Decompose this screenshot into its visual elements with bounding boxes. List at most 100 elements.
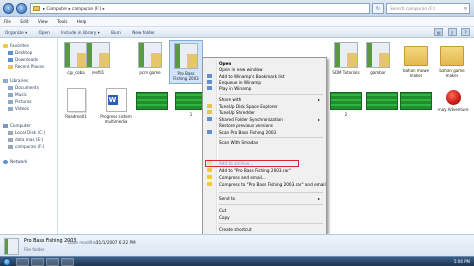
nav-pictures-label: Pictures bbox=[15, 99, 32, 104]
menu-item-winamp-bookmark[interactable]: Add to Winamp's Bookmark list bbox=[207, 74, 324, 79]
nav-drive-c[interactable]: Local Disk (C:) bbox=[8, 129, 45, 136]
taskbar-app-icon[interactable] bbox=[16, 258, 29, 266]
taskbar-app-icon[interactable] bbox=[46, 258, 59, 266]
back-arrow-icon: ‹ bbox=[7, 5, 10, 12]
new-folder-button[interactable]: New folder bbox=[127, 27, 160, 38]
search-input[interactable]: Search campuran (F:) ⚲ bbox=[386, 3, 470, 14]
menu-edit[interactable]: Edit bbox=[16, 17, 32, 27]
nav-favorites[interactable]: Favorites bbox=[3, 42, 29, 49]
menu-separator bbox=[219, 94, 323, 95]
menu-view[interactable]: View bbox=[34, 17, 52, 27]
sync-icon bbox=[207, 117, 212, 121]
taskbar-app-icon[interactable] bbox=[31, 258, 44, 266]
nav-pictures[interactable]: Pictures bbox=[8, 98, 32, 105]
menu-file[interactable]: File bbox=[0, 17, 15, 27]
file-item[interactable] bbox=[135, 88, 169, 112]
menu-item-compress-rar-email[interactable]: Compress to "Pro Bass Fishing 2003.rar" … bbox=[207, 182, 326, 187]
winrar-icon bbox=[207, 182, 212, 186]
file-item[interactable]: Progress sistem multimedia bbox=[99, 88, 133, 124]
menu-item-restore-previous[interactable]: Restore previous versions bbox=[219, 123, 324, 128]
nav-desktop[interactable]: Desktop bbox=[8, 49, 32, 56]
file-item[interactable]: pcm game bbox=[133, 42, 167, 75]
back-button[interactable]: ‹ bbox=[3, 3, 14, 14]
menu-item-scan-smadav[interactable]: Scan With Smadav bbox=[219, 140, 324, 145]
winrar-icon bbox=[207, 168, 212, 172]
computer-icon bbox=[3, 124, 8, 128]
menu-item-tuneup-disk-explorer[interactable]: TuneUp Disk Space Explorer bbox=[207, 104, 324, 109]
details-date-value: 11/1/2007 6:22 PM bbox=[96, 240, 136, 245]
details-date-label: Date modified: bbox=[68, 240, 100, 245]
file-label: Readme01 bbox=[65, 114, 87, 119]
menu-item-send-to[interactable]: Send to ▸ bbox=[219, 196, 324, 201]
nav-drive-f-label: campuran (F:) bbox=[15, 144, 45, 149]
word-document-icon bbox=[105, 88, 127, 112]
menu-item-cut[interactable]: Cut bbox=[219, 208, 324, 213]
menu-item-play-winamp[interactable]: Play in Winamp bbox=[207, 86, 324, 91]
nav-computer[interactable]: Computer bbox=[3, 122, 31, 129]
nav-libraries[interactable]: Libraries bbox=[3, 77, 28, 84]
nav-documents-label: Documents bbox=[15, 85, 39, 90]
menu-item-add-to-rar[interactable]: Add to "Pro Bass Fishing 2003.rar" bbox=[207, 168, 324, 173]
music-icon bbox=[8, 93, 13, 97]
search-placeholder: Search campuran (F:) bbox=[390, 6, 436, 11]
file-item[interactable]: 2 bbox=[329, 88, 363, 117]
menu-item-compress-email[interactable]: Compress and email... bbox=[207, 175, 324, 180]
nav-music[interactable]: Music bbox=[8, 91, 27, 98]
taskbar-app-icon[interactable] bbox=[61, 258, 74, 266]
file-item[interactable]: bahan game maker bbox=[435, 42, 469, 78]
file-item-selected[interactable]: Pro Bass Fishing 2003 bbox=[169, 40, 203, 84]
submenu-arrow-icon: ▸ bbox=[317, 97, 320, 102]
menu-item-label: Compress and email... bbox=[219, 175, 266, 180]
file-item[interactable]: gambar bbox=[361, 42, 395, 75]
file-item[interactable]: SDM Tutorials bbox=[329, 42, 363, 75]
menu-item-open-new-window[interactable]: Open in new window bbox=[219, 67, 324, 72]
winrar-icon bbox=[207, 175, 212, 179]
file-item[interactable] bbox=[399, 88, 433, 112]
forward-button[interactable]: › bbox=[16, 3, 27, 14]
file-item[interactable]: Readme01 bbox=[59, 88, 93, 119]
menu-item-shared-folder-sync[interactable]: Shared Folder Synchronization ▸ bbox=[207, 117, 324, 122]
help-icon[interactable]: ? bbox=[461, 28, 470, 36]
menu-help[interactable]: Help bbox=[73, 17, 91, 27]
menu-item-copy[interactable]: Copy bbox=[219, 215, 324, 220]
organize-button[interactable]: Organize ▾ bbox=[0, 27, 32, 38]
nav-videos[interactable]: Videos bbox=[8, 105, 29, 112]
nav-downloads[interactable]: Downloads bbox=[8, 56, 38, 63]
menu-item-tuneup-shredder[interactable]: TuneUp Shredder bbox=[207, 110, 324, 115]
search-icon: ⚲ bbox=[463, 6, 467, 11]
address-path: ▸ Computer ▸ campuran (F:) ▸ bbox=[43, 6, 105, 11]
menu-item-create-shortcut[interactable]: Create shortcut bbox=[219, 227, 324, 232]
nav-drive-f[interactable]: campuran (F:) bbox=[8, 143, 44, 150]
taskbar: 5:06 PM bbox=[0, 256, 474, 266]
navigation-pane: Favorites Desktop Downloads Recent Place… bbox=[0, 38, 58, 234]
desktop-icon bbox=[8, 51, 13, 55]
nav-documents[interactable]: Documents bbox=[8, 84, 39, 91]
view-options-icon[interactable]: ▤ bbox=[434, 28, 444, 36]
file-item[interactable]: bahan mowe maker bbox=[399, 42, 433, 78]
nav-recent-places[interactable]: Recent Places bbox=[8, 63, 44, 70]
start-button[interactable] bbox=[3, 258, 11, 266]
open-button[interactable]: Open bbox=[34, 27, 55, 38]
document-icon bbox=[66, 88, 86, 112]
menu-item-scan[interactable]: Scan Pro Bass Fishing 2003 bbox=[207, 130, 324, 135]
preview-pane-icon[interactable]: ▯ bbox=[447, 28, 457, 36]
file-item[interactable]: resfil1 bbox=[81, 42, 115, 75]
file-item[interactable] bbox=[365, 88, 399, 112]
menu-item-enqueue-winamp[interactable]: Enqueue in Winamp bbox=[207, 80, 324, 85]
menu-item-share-with[interactable]: Share with ▸ bbox=[219, 97, 324, 102]
nav-network[interactable]: Network bbox=[3, 158, 27, 165]
include-in-library-button[interactable]: Include in library ▾ bbox=[56, 27, 105, 38]
folder-icon bbox=[440, 46, 464, 66]
folder-icon bbox=[138, 42, 162, 68]
menu-item-label: TuneUp Disk Space Explorer bbox=[219, 104, 278, 109]
menu-item-open[interactable]: Open bbox=[219, 61, 324, 66]
nav-drive-e[interactable]: data mas (E:) bbox=[8, 136, 43, 143]
file-item[interactable]: rnay Adventure bbox=[433, 90, 473, 112]
menu-tools[interactable]: Tools bbox=[53, 17, 71, 27]
burn-button[interactable]: Burn bbox=[106, 27, 126, 38]
address-input[interactable]: ▸ Computer ▸ campuran (F:) ▸ bbox=[30, 3, 370, 14]
folder-icon bbox=[404, 46, 428, 66]
refresh-button[interactable]: ↻ bbox=[372, 3, 384, 14]
star-icon bbox=[3, 44, 8, 48]
menu-item-label: Compress to "Pro Bass Fishing 2003.rar" … bbox=[219, 182, 326, 187]
